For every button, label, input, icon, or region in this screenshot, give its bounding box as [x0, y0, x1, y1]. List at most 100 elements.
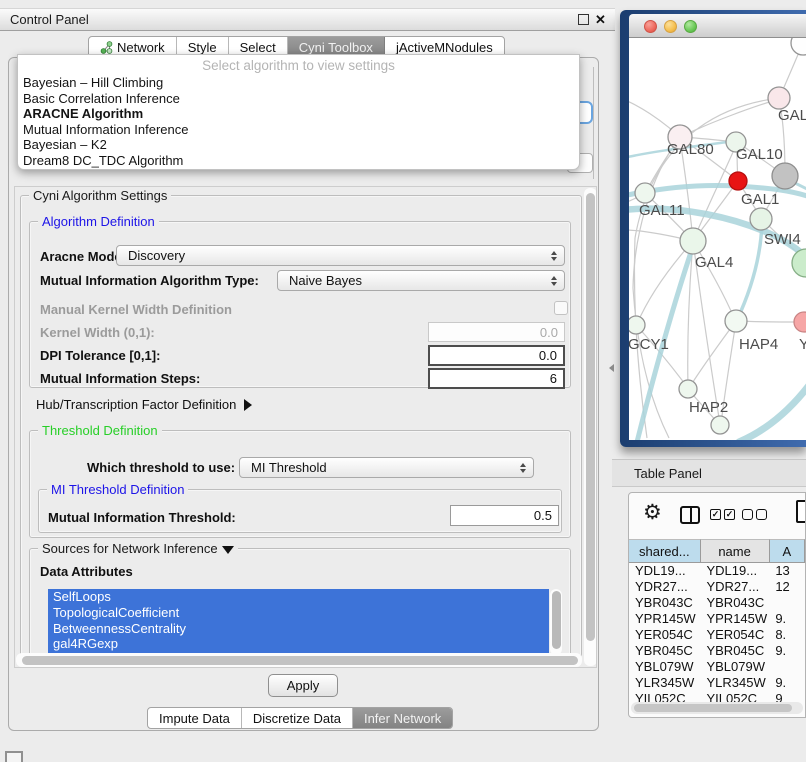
algorithm-dropdown-item[interactable]: Basic Correlation Inference: [18, 91, 579, 107]
network-node[interactable]: [679, 380, 697, 398]
dpi-tolerance-field[interactable]: 0.0: [428, 345, 565, 366]
kernel-width-field[interactable]: 0.0: [428, 322, 565, 342]
table-row[interactable]: YLR345WYLR345W9.: [629, 675, 805, 691]
table-row[interactable]: YPR145WYPR145W9.: [629, 611, 805, 627]
close-window-icon[interactable]: [644, 20, 657, 33]
minimize-window-icon[interactable]: [664, 20, 677, 33]
network-edge-strong[interactable]: [737, 222, 762, 320]
data-attribute-item[interactable]: gal4RGexp: [48, 636, 549, 652]
checked-checkbox-icon[interactable]: ✓: [710, 509, 721, 520]
attr-list-scrollbar-thumb[interactable]: [552, 591, 561, 649]
network-node[interactable]: [729, 172, 747, 190]
network-node[interactable]: [791, 38, 806, 55]
manual-kernel-label: Manual Kernel Width Definition: [40, 302, 232, 317]
network-node[interactable]: [794, 312, 806, 332]
mi-steps-field[interactable]: 6: [428, 368, 565, 389]
table-row[interactable]: YDR27...YDR27...12: [629, 579, 805, 595]
table-row[interactable]: YER054CYER054C8.: [629, 627, 805, 643]
which-threshold-combo[interactable]: MI Threshold: [239, 457, 534, 478]
algorithm-definition-group: Algorithm Definition Aracne Mode: Discov…: [29, 221, 571, 388]
tab-discretize-data[interactable]: Discretize Data: [242, 708, 353, 728]
network-node[interactable]: [711, 416, 729, 434]
settings-vscrollbar-track[interactable]: [584, 188, 597, 666]
network-node-label[interactable]: GAL1: [741, 191, 779, 208]
which-threshold-value: MI Threshold: [251, 460, 327, 475]
network-node-label[interactable]: SWI4: [764, 231, 801, 248]
network-node[interactable]: [635, 183, 655, 203]
table-column-header[interactable]: A: [770, 539, 805, 563]
network-node-label[interactable]: GAL80: [667, 141, 714, 158]
table-row[interactable]: YDL19...YDL19...13: [629, 563, 805, 579]
algorithm-dropdown-item[interactable]: Bayesian – K2: [18, 137, 579, 153]
table-cell: YPR145W: [700, 611, 769, 627]
mi-steps-label: Mutual Information Steps:: [40, 371, 200, 386]
zoom-window-icon[interactable]: [684, 20, 697, 33]
manual-kernel-checkbox[interactable]: [554, 301, 568, 315]
float-panel-icon[interactable]: [578, 14, 589, 25]
algorithm-dropdown-item[interactable]: ARACNE Algorithm: [18, 106, 579, 122]
algorithm-dropdown-item[interactable]: Mutual Information Inference: [18, 122, 579, 138]
columns-icon[interactable]: [680, 506, 700, 524]
document-icon[interactable]: [796, 500, 806, 523]
network-view-window[interactable]: GAL2 GAL80 GAL10 GAL1 GAL11 SWI4 GAL4 GCY1 HAP4 Y…: [620, 10, 806, 447]
network-canvas[interactable]: GAL2 GAL80 GAL10 GAL1 GAL11 SWI4 GAL4 GCY1 HAP4 Y…: [629, 38, 806, 440]
close-icon[interactable]: ✕: [595, 11, 606, 29]
network-node[interactable]: [725, 310, 747, 332]
hub-definition-expander[interactable]: Hub/Transcription Factor Definition: [36, 397, 252, 412]
network-window-titlebar[interactable]: [629, 14, 806, 38]
table-column-header[interactable]: shared...: [629, 539, 701, 563]
data-attribute-item[interactable]: BetweennessCentrality: [48, 621, 549, 637]
network-node-label[interactable]: GAL11: [639, 202, 685, 219]
dock-panel-icon[interactable]: [5, 751, 23, 762]
table-row[interactable]: YBR043CYBR043C: [629, 595, 805, 611]
table-row[interactable]: YBL079WYBL079W: [629, 659, 805, 675]
settings-hscrollbar-track[interactable]: [16, 653, 582, 667]
splitter-collapse-icon[interactable]: [609, 364, 614, 372]
network-node-label[interactable]: HAP2: [689, 399, 728, 416]
tab-impute-data[interactable]: Impute Data: [148, 708, 242, 728]
network-node[interactable]: [768, 87, 790, 109]
table-panel-header: Table Panel: [612, 459, 806, 487]
network-node[interactable]: [750, 208, 772, 230]
aracne-mode-combo[interactable]: Discovery: [116, 245, 565, 266]
settings-vscrollbar-thumb[interactable]: [586, 193, 595, 641]
network-canvas-svg[interactable]: GAL2 GAL80 GAL10 GAL1 GAL11 SWI4 GAL4 GCY1 HAP4 Y…: [629, 38, 806, 440]
network-node-label[interactable]: HAP4: [739, 336, 778, 353]
tab-infer-network[interactable]: Infer Network: [353, 708, 452, 728]
network-node-label[interactable]: GAL4: [695, 254, 733, 271]
table-cell: YBL079W: [629, 659, 700, 675]
attr-list-scrollbar-track[interactable]: [550, 589, 562, 655]
network-node-label[interactable]: Y: [799, 336, 806, 353]
unchecked-checkbox-icon[interactable]: [742, 509, 753, 520]
network-node-label[interactable]: GCY1: [629, 336, 669, 353]
checked-checkbox-icon[interactable]: ✓: [724, 509, 735, 520]
network-node[interactable]: [680, 228, 706, 254]
gear-icon[interactable]: ⚙: [643, 499, 662, 527]
table-hscrollbar-track[interactable]: [631, 702, 803, 714]
table-cell: YBR043C: [700, 595, 769, 611]
network-node[interactable]: [772, 163, 798, 189]
network-edge[interactable]: [637, 241, 693, 324]
table-cell: YDL19...: [629, 563, 700, 579]
algorithm-dropdown-item[interactable]: Dream8 DC_TDC Algorithm: [18, 153, 579, 169]
data-attribute-item[interactable]: SelfLoops: [48, 589, 549, 605]
data-attribute-item[interactable]: TopologicalCoefficient: [48, 605, 549, 621]
network-node[interactable]: [792, 249, 806, 277]
apply-button[interactable]: Apply: [268, 674, 338, 697]
network-node[interactable]: [629, 316, 645, 334]
table-row[interactable]: YBR045CYBR045C9.: [629, 643, 805, 659]
table-column-header[interactable]: name: [701, 539, 770, 563]
settings-hscrollbar-thumb[interactable]: [22, 656, 578, 665]
data-attributes-list[interactable]: SelfLoopsTopologicalCoefficientBetweenne…: [48, 589, 549, 655]
sources-group-title: Sources for Network Inference: [38, 541, 238, 556]
table-hscrollbar-thumb[interactable]: [634, 704, 792, 712]
algorithm-dropdown-item[interactable]: Bayesian – Hill Climbing: [18, 75, 579, 91]
tab-label: jActiveMNodules: [396, 40, 493, 55]
network-node-label[interactable]: GAL2: [778, 107, 806, 124]
mi-type-combo[interactable]: Naive Bayes: [277, 270, 565, 291]
table-cell: YDL19...: [700, 563, 769, 579]
network-node-label[interactable]: GAL10: [736, 146, 783, 163]
mi-threshold-field[interactable]: 0.5: [450, 505, 559, 526]
network-edge-strong[interactable]: [739, 380, 806, 440]
unchecked-checkbox-icon[interactable]: [756, 509, 767, 520]
